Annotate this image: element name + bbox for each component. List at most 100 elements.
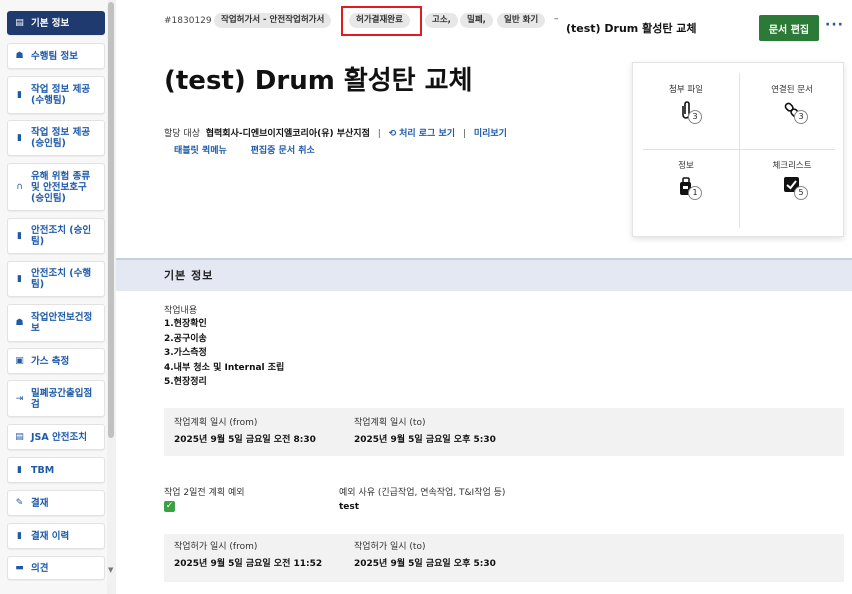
sidebar-item-label: 기본 정보 bbox=[31, 17, 70, 29]
plan-to-field: 작업계획 일시 (to) 2025년 9월 5일 금요일 오후 5:30 bbox=[354, 415, 496, 445]
document-icon: ▮ bbox=[17, 531, 22, 541]
section-header: 기본 정보 bbox=[116, 258, 852, 291]
attachment-linked-count: 3 bbox=[794, 110, 808, 124]
tag-document-type: 작업허가서 - 안전작업허가서 bbox=[214, 13, 332, 28]
sidebar-item-approval-history[interactable]: ▮ 결재 이력 bbox=[7, 523, 105, 549]
tablet-quick-menu-link[interactable]: 태블릿 퀵메뉴 bbox=[174, 146, 227, 156]
scrollbar-thumb[interactable] bbox=[108, 2, 114, 438]
work-content-list: 1.현장확인 2.공구이송 3.가스측정 4.내부 청소 및 Internal … bbox=[164, 317, 284, 390]
document-icon: ▮ bbox=[17, 274, 22, 284]
document-icon: ▮ bbox=[17, 133, 22, 143]
sidebar-item-label: JSA 안전조치 bbox=[31, 431, 87, 443]
list-item: 2.공구이송 bbox=[164, 333, 207, 344]
list-item: 1.현장확인 bbox=[164, 319, 207, 329]
info-bag-icon: 1 bbox=[675, 176, 702, 200]
exception-reason-label: 예외 사유 (긴급작업, 연속작업, T&I작업 등) bbox=[339, 488, 506, 498]
comment-icon: ▬ bbox=[15, 563, 24, 573]
headphones-icon: ∩ bbox=[16, 182, 23, 192]
sidebar-item-safety-exec[interactable]: ▮ 안전조치 (수행팀) bbox=[7, 261, 105, 297]
exception-reason-field: 예외 사유 (긴급작업, 연속작업, T&I작업 등) test bbox=[339, 485, 505, 512]
preview-link[interactable]: 미리보기 bbox=[474, 129, 507, 139]
sidebar-item-jsa[interactable]: ▤ JSA 안전조치 bbox=[7, 424, 105, 450]
tag-hot-work: 일반 화기 bbox=[497, 13, 546, 28]
link-icon: 3 bbox=[781, 100, 808, 124]
sidebar-item-tbm[interactable]: ▮ TBM bbox=[7, 457, 105, 483]
document-icon: ▮ bbox=[17, 465, 22, 475]
sidebar: ▤ 기본 정보 ☗ 수행팀 정보 ▮ 작업 정보 제공 (수행팀) ▮ 작업 정… bbox=[0, 0, 116, 594]
sidebar-item-label: 수행팀 정보 bbox=[31, 50, 79, 62]
checkbox-icon: 5 bbox=[781, 176, 808, 200]
attachment-linked-label: 연결된 문서 bbox=[771, 85, 813, 95]
sidebar-item-label: 결재 이력 bbox=[31, 530, 70, 542]
attachment-checklist[interactable]: 체크리스트 5 bbox=[739, 159, 845, 200]
document-icon: ▮ bbox=[17, 90, 22, 100]
more-options-icon[interactable]: ··· bbox=[825, 18, 844, 32]
sidebar-item-team-info[interactable]: ☗ 수행팀 정보 bbox=[7, 43, 105, 69]
scroll-down-arrow-icon[interactable]: ▼ bbox=[108, 566, 113, 574]
sidebar-item-work-info-exec[interactable]: ▮ 작업 정보 제공 (수행팀) bbox=[7, 76, 105, 114]
sidebar-item-label: 작업 정보 제공 (수행팀) bbox=[31, 84, 91, 106]
sidebar-item-label: 안전조치 (승인팀) bbox=[31, 225, 92, 247]
attachment-info[interactable]: 정보 1 bbox=[633, 159, 739, 200]
attachment-checklist-count: 5 bbox=[794, 186, 808, 200]
worker-icon: ☗ bbox=[15, 318, 24, 328]
assignee-label: 할당 대상 bbox=[164, 129, 200, 139]
assignee-row: 할당 대상 협력회사-디엔브이지엘코리아(유) 부산지점 | ⟲ 처리 로그 보… bbox=[164, 129, 507, 139]
document-icon: ▮ bbox=[17, 231, 22, 241]
sidebar-item-comments[interactable]: ▬ 의견 bbox=[7, 556, 105, 580]
attachment-checklist-label: 체크리스트 bbox=[772, 161, 812, 171]
quick-actions-row: 태블릿 퀵메뉴 편집중 문서 취소 bbox=[174, 143, 315, 156]
plan-to-value: 2025년 9월 5일 금요일 오후 5:30 bbox=[354, 435, 496, 445]
list-item: 4.내부 청소 및 Internal 조립 bbox=[164, 362, 285, 373]
sidebar-item-hazard[interactable]: ∩ 유해 위험 종류 및 안전보호구 (승인팀) bbox=[7, 163, 105, 211]
plan-from-value: 2025년 9월 5일 금요일 오전 8:30 bbox=[174, 435, 316, 445]
checked-checkbox-icon: ✓ bbox=[164, 501, 175, 512]
highlight-box bbox=[341, 6, 422, 36]
paperclip-icon: 3 bbox=[675, 100, 702, 124]
attachment-info-label: 정보 bbox=[678, 161, 694, 171]
sidebar-item-gas[interactable]: ▣ 가스 측정 bbox=[7, 348, 105, 374]
sidebar-item-label: 작업 정보 제공 (승인팀) bbox=[31, 127, 91, 149]
tag-height: 고소, bbox=[425, 13, 458, 28]
attachment-info-count: 1 bbox=[688, 186, 702, 200]
sidebar-item-label: 안전조치 (수행팀) bbox=[31, 268, 92, 290]
attachment-files[interactable]: 첨부 파일 3 bbox=[633, 83, 739, 124]
sidebar-item-label: 유해 위험 종류 및 안전보호구 (승인팀) bbox=[31, 170, 91, 204]
worker-icon: ☗ bbox=[15, 51, 24, 61]
sidebar-item-work-info-approve[interactable]: ▮ 작업 정보 제공 (승인팀) bbox=[7, 120, 105, 156]
header-title: (test) Drum 활성탄 교체 bbox=[566, 22, 697, 35]
sidebar-item-label: 작업안전보건정보 bbox=[31, 312, 93, 334]
attachment-files-label: 첨부 파일 bbox=[669, 85, 703, 95]
sidebar-item-safety-approve[interactable]: ▮ 안전조치 (승인팀) bbox=[7, 218, 105, 254]
plan-from-label: 작업계획 일시 (from) bbox=[174, 418, 258, 428]
page-title: (test) Drum 활성탄 교체 bbox=[164, 66, 473, 96]
work-content-label: 작업내용 bbox=[164, 306, 198, 316]
plan-from-field: 작업계획 일시 (from) 2025년 9월 5일 금요일 오전 8:30 bbox=[174, 415, 316, 445]
edit-document-button[interactable]: 문서 편집 bbox=[759, 15, 819, 41]
sidebar-scrollbar[interactable]: ▼ bbox=[107, 0, 116, 594]
work-permit-box: 작업허가 일시 (from) 2025년 9월 5일 금요일 오전 11:52 … bbox=[164, 534, 844, 582]
permit-from-field: 작업허가 일시 (from) 2025년 9월 5일 금요일 오전 11:52 bbox=[174, 539, 322, 569]
clipboard-icon: ▤ bbox=[15, 18, 24, 28]
plan2-exception-label: 작업 2일전 계획 예외 bbox=[164, 488, 245, 498]
attachment-linked[interactable]: 연결된 문서 3 bbox=[739, 83, 845, 124]
sidebar-item-approval[interactable]: ✎ 결재 bbox=[7, 490, 105, 516]
cancel-edit-link[interactable]: 편집중 문서 취소 bbox=[251, 146, 315, 156]
view-log-link[interactable]: 처리 로그 보기 bbox=[399, 129, 455, 139]
title-separator: – bbox=[554, 14, 559, 24]
attachment-files-count: 3 bbox=[688, 110, 702, 124]
sidebar-item-confined[interactable]: ⇥ 밀폐공간출입점검 bbox=[7, 380, 105, 417]
work-plan-box: 작업계획 일시 (from) 2025년 9월 5일 금요일 오전 8:30 작… bbox=[164, 408, 844, 456]
sidebar-item-label: 밀폐공간출입점검 bbox=[31, 387, 93, 410]
sidebar-item-health-info[interactable]: ☗ 작업안전보건정보 bbox=[7, 304, 105, 342]
exception-reason-value: test bbox=[339, 502, 360, 512]
list-item: 5.현장정리 bbox=[164, 377, 207, 387]
document-id: #1830129 bbox=[164, 16, 212, 26]
permit-to-label: 작업허가 일시 (to) bbox=[354, 542, 426, 552]
attachments-card: 첨부 파일 3 연결된 문서 3 정보 1 체크리스트 5 bbox=[632, 62, 844, 237]
plan2-exception-field: 작업 2일전 계획 예외 ✓ bbox=[164, 485, 245, 512]
sidebar-item-label: TBM bbox=[31, 464, 55, 476]
sidebar-item-basic-info[interactable]: ▤ 기본 정보 bbox=[7, 11, 105, 35]
history-icon[interactable]: ⟲ bbox=[389, 129, 397, 139]
list-item: 3.가스측정 bbox=[164, 348, 207, 358]
